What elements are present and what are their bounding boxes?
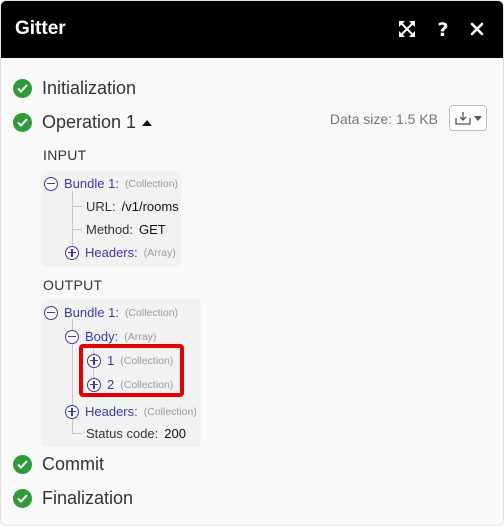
input-bundle[interactable]: Bundle 1: (Collection) [44, 176, 178, 191]
title-bar: Gitter ? [1, 1, 503, 58]
expand-node-icon[interactable] [65, 245, 79, 260]
check-icon [13, 489, 32, 508]
output-body[interactable]: Body: (Array) [65, 329, 156, 344]
window-title: Gitter [15, 18, 66, 39]
input-url: URL: /v1/rooms [86, 199, 179, 214]
output-dialog: Gitter ? Initialization Operation 1 Data… [0, 0, 504, 526]
step-finalization: Finalization [13, 488, 133, 509]
chevron-down-icon [473, 115, 482, 121]
download-button[interactable] [449, 105, 487, 131]
svg-text:?: ? [437, 19, 448, 39]
help-icon[interactable]: ? [429, 15, 457, 43]
expand-node-icon[interactable] [65, 404, 79, 419]
check-icon [13, 113, 32, 132]
highlight-box [79, 344, 184, 397]
collapse-icon[interactable] [44, 176, 58, 191]
step-operation: Operation 1 [13, 112, 153, 133]
output-label: OUTPUT [43, 277, 103, 293]
step-initialization: Initialization [13, 78, 136, 99]
download-icon [454, 112, 471, 125]
collapse-icon[interactable] [44, 305, 58, 320]
data-size: Data size: 1.5 KB [329, 111, 438, 127]
step-commit: Commit [13, 454, 104, 475]
input-bundle-key: Bundle 1: [64, 176, 119, 191]
input-method: Method: GET [86, 222, 166, 237]
input-label: INPUT [43, 147, 87, 163]
step-label: Finalization [42, 488, 134, 508]
collapse-caret-icon[interactable] [142, 119, 153, 126]
collapse-icon[interactable] [65, 329, 79, 344]
step-label: Initialization [42, 78, 137, 98]
step-label: Operation 1 [42, 112, 137, 132]
close-icon[interactable] [463, 15, 491, 43]
expand-icon[interactable] [393, 15, 421, 43]
check-icon [13, 455, 32, 474]
input-headers[interactable]: Headers: (Array) [65, 245, 176, 260]
check-icon [13, 79, 32, 98]
output-bundle[interactable]: Bundle 1: (Collection) [44, 305, 178, 320]
output-headers[interactable]: Headers: (Collection) [65, 404, 197, 419]
output-status-code: Status code: 200 [86, 426, 186, 441]
step-label: Commit [42, 454, 104, 474]
